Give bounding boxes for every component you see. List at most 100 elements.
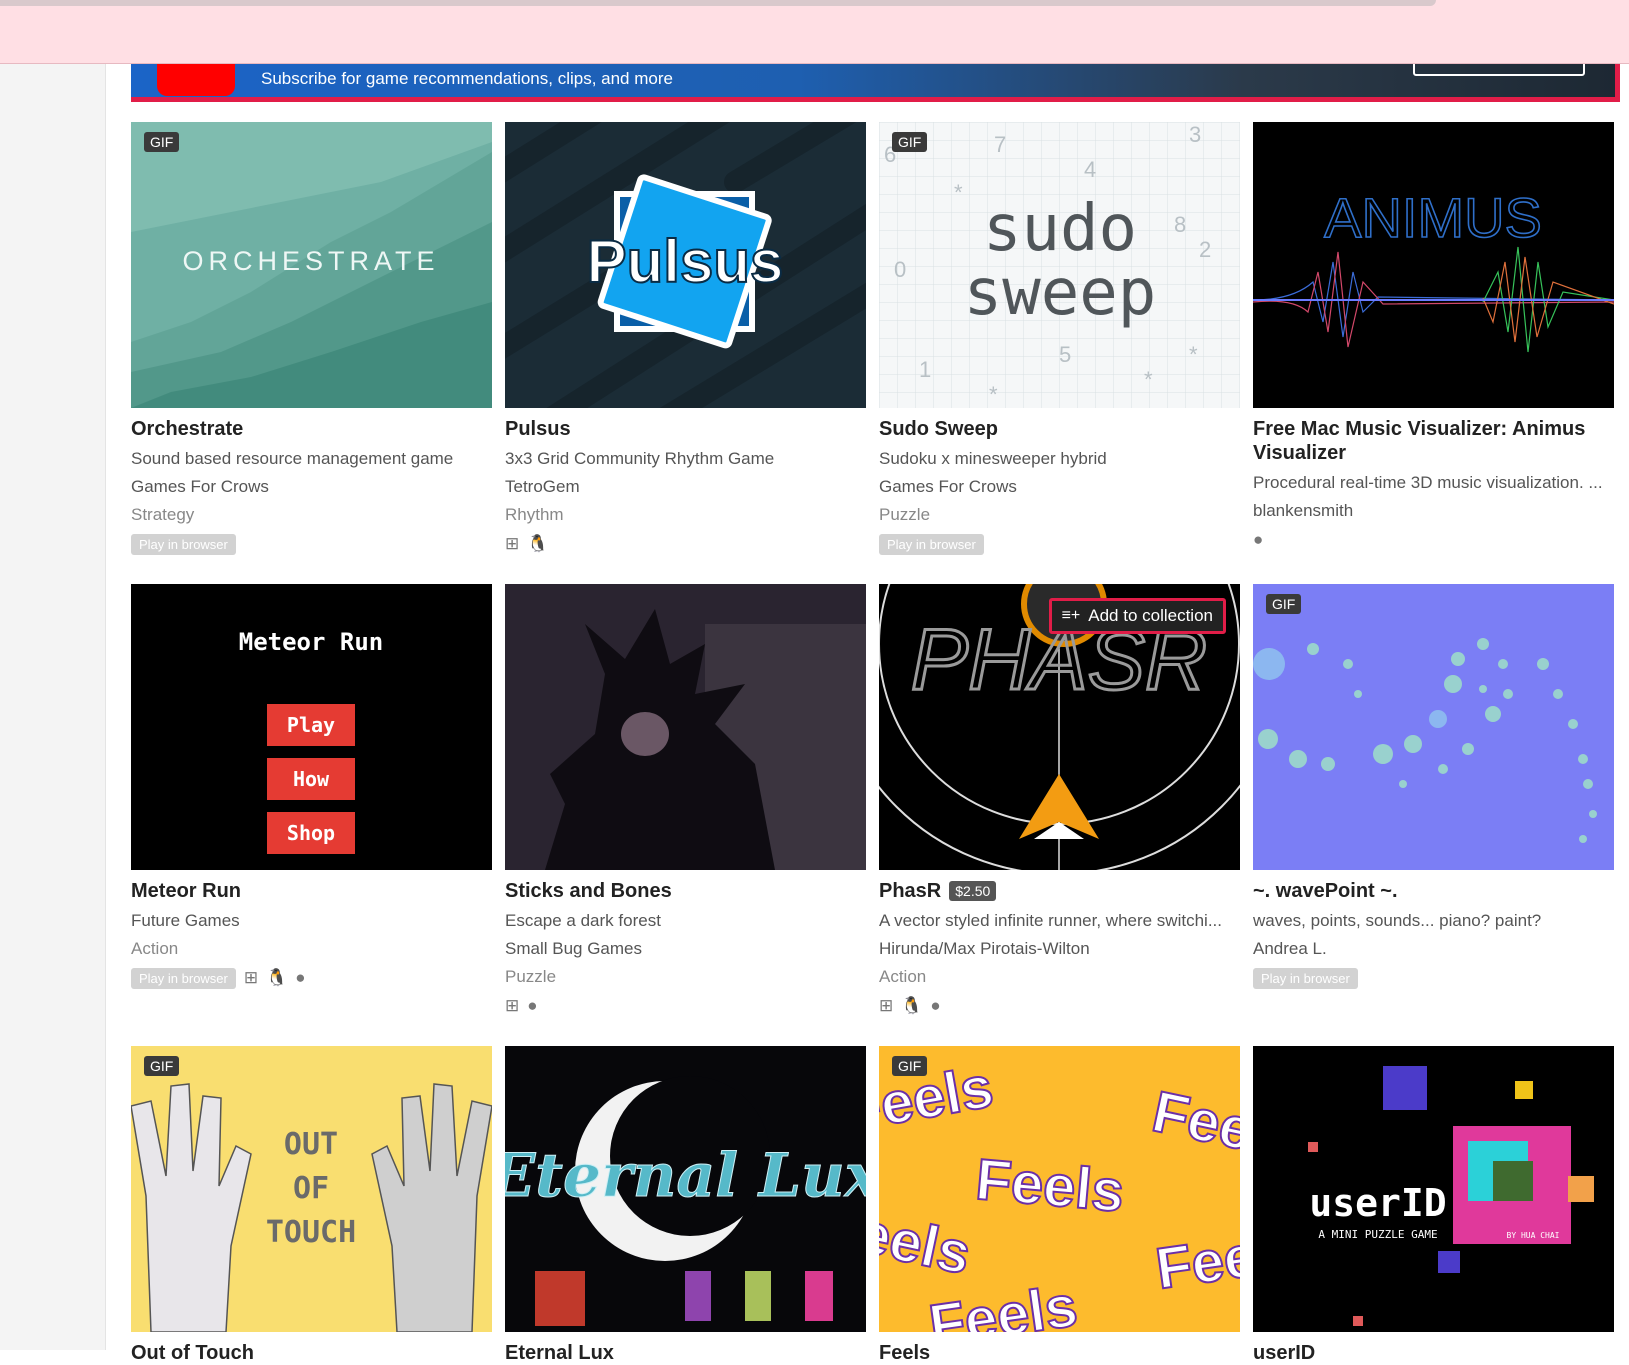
game-thumbnail[interactable]: ORCHESTRATE GIF xyxy=(131,122,492,408)
game-card[interactable]: 734 820 516 * * * * sudo sweep GIF Sudo Swe… xyxy=(879,122,1240,555)
game-author[interactable]: Games For Crows xyxy=(879,476,1240,497)
svg-text:1: 1 xyxy=(919,357,931,382)
animus-thumb-art: ANIMUS xyxy=(1253,122,1614,408)
apple-icon: ● xyxy=(295,968,306,987)
youtube-logo-icon xyxy=(157,64,235,96)
thumb-title-line2: sweep xyxy=(964,256,1157,330)
game-title[interactable]: Orchestrate xyxy=(131,417,243,441)
thumb-title-text: Meteor Run xyxy=(239,628,384,656)
game-title[interactable]: PhasR xyxy=(879,879,941,903)
thumb-how-text: How xyxy=(293,767,330,791)
game-thumbnail[interactable]: ANIMUS xyxy=(1253,122,1614,408)
windows-icon: ⊞ xyxy=(505,996,520,1015)
game-card[interactable]: Eternal Lux Eternal Lux xyxy=(505,1046,866,1365)
platforms: Play in browser xyxy=(879,533,1240,555)
game-description: Procedural real-time 3D music visualizat… xyxy=(1253,473,1603,492)
platforms: ⊞ 🐧 ● xyxy=(879,995,1240,1017)
svg-text:5: 5 xyxy=(1059,342,1071,367)
thumb-byline-text: BY HUA CHAI xyxy=(1507,1231,1560,1240)
sticks-and-bones-thumb-art xyxy=(505,584,866,870)
game-author[interactable]: blankensmith xyxy=(1253,500,1614,521)
subscribe-button[interactable] xyxy=(1413,64,1585,76)
feels-thumb-art: Feels Feels Feels Feels Feels Feels xyxy=(879,1046,1240,1332)
thumb-play-text: Play xyxy=(287,713,335,737)
game-title[interactable]: Sudo Sweep xyxy=(879,417,998,441)
apple-icon: ● xyxy=(930,996,941,1015)
svg-text:3: 3 xyxy=(1189,122,1201,147)
game-thumbnail[interactable]: Eternal Lux xyxy=(505,1046,866,1332)
game-title[interactable]: Eternal Lux xyxy=(505,1341,614,1365)
game-thumbnail[interactable]: 734 820 516 * * * * sudo sweep GIF xyxy=(879,122,1240,408)
game-title[interactable]: ~. wavePoint ~. xyxy=(1253,879,1398,903)
game-thumbnail[interactable]: Pulsus xyxy=(505,122,866,408)
gif-badge: GIF xyxy=(144,132,180,152)
game-thumbnail[interactable] xyxy=(505,584,866,870)
game-card[interactable]: Feels Feels Feels Feels Feels Feels GIF … xyxy=(879,1046,1240,1365)
game-author[interactable]: Small Bug Games xyxy=(505,938,866,959)
thumb-subtitle-text: A MINI PUZZLE GAME xyxy=(1318,1228,1437,1241)
game-description: Sound based resource management game xyxy=(131,449,454,468)
game-title[interactable]: Out of Touch xyxy=(131,1341,254,1365)
windows-icon: ⊞ xyxy=(243,968,259,987)
game-card[interactable]: PHASR ≡+ Add to collection PhasR $2.50 A… xyxy=(879,584,1240,1017)
svg-text:0: 0 xyxy=(894,257,906,282)
game-author[interactable]: Hirunda/Max Pirotais-Wilton xyxy=(879,938,1240,959)
game-card[interactable]: Pulsus Pulsus 3x3 Grid Community Rhythm … xyxy=(505,122,866,555)
windows-icon: ⊞ xyxy=(505,534,520,553)
game-title[interactable]: Sticks and Bones xyxy=(505,879,672,903)
game-genre[interactable]: Strategy xyxy=(131,504,492,525)
play-in-browser-tag: Play in browser xyxy=(1253,967,1358,989)
game-title[interactable]: Free Mac Music Visualizer: Animus Visual… xyxy=(1253,417,1614,465)
userid-thumb-art: userID A MINI PUZZLE GAME BY HUA CHAI xyxy=(1253,1046,1614,1332)
game-card[interactable]: ORCHESTRATE GIF Orchestrate Sound based … xyxy=(131,122,492,555)
game-description: Sudoku x minesweeper hybrid xyxy=(879,449,1107,468)
game-author[interactable]: TetroGem xyxy=(505,476,866,497)
game-thumbnail[interactable]: Feels Feels Feels Feels Feels Feels GIF xyxy=(879,1046,1240,1332)
thumb-title-line1: OUT xyxy=(284,1127,338,1162)
game-card[interactable]: userID A MINI PUZZLE GAME BY HUA CHAI us… xyxy=(1253,1046,1614,1365)
out-of-touch-thumb-art: OUT OF TOUCH xyxy=(131,1046,492,1332)
thumb-title-line2: OF xyxy=(293,1171,329,1206)
game-thumbnail[interactable]: GIF xyxy=(1253,584,1614,870)
apple-icon: ● xyxy=(1253,530,1264,549)
browser-top-bar xyxy=(0,0,1629,64)
game-description: waves, points, sounds... piano? paint? xyxy=(1253,911,1542,930)
add-to-collection-button[interactable]: ≡+ Add to collection xyxy=(1048,598,1226,634)
svg-text:7: 7 xyxy=(994,132,1006,157)
game-author[interactable]: Andrea L. xyxy=(1253,938,1614,959)
game-genre[interactable]: Puzzle xyxy=(879,504,1240,525)
add-to-list-icon: ≡+ xyxy=(1061,607,1081,624)
game-genre[interactable]: Puzzle xyxy=(505,966,866,987)
gif-badge: GIF xyxy=(1266,594,1302,614)
game-thumbnail[interactable]: PHASR ≡+ Add to collection xyxy=(879,584,1240,870)
game-thumbnail[interactable]: OUT OF TOUCH GIF xyxy=(131,1046,492,1332)
game-card[interactable]: Sticks and Bones Escape a dark forest Sm… xyxy=(505,584,866,1017)
platforms: ● xyxy=(1253,529,1614,551)
thumb-title-line1: sudo xyxy=(983,192,1137,266)
game-card[interactable]: Meteor Run Play How Shop Meteor Run Futu… xyxy=(131,584,492,989)
add-to-collection-label: Add to collection xyxy=(1088,606,1213,625)
game-genre[interactable]: Rhythm xyxy=(505,504,866,525)
game-title[interactable]: Pulsus xyxy=(505,417,571,441)
game-title[interactable]: Meteor Run xyxy=(131,879,241,903)
linux-icon: 🐧 xyxy=(266,968,288,987)
game-author[interactable]: Games For Crows xyxy=(131,476,492,497)
platforms: Play in browser ⊞ 🐧 ● xyxy=(131,967,492,989)
game-thumbnail[interactable]: Meteor Run Play How Shop xyxy=(131,584,492,870)
game-thumbnail[interactable]: userID A MINI PUZZLE GAME BY HUA CHAI xyxy=(1253,1046,1614,1332)
thumb-shop-text: Shop xyxy=(287,821,335,845)
thumb-title-text: ANIMUS xyxy=(1324,186,1542,249)
svg-text:*: * xyxy=(1189,342,1198,367)
game-title[interactable]: Feels xyxy=(879,1341,930,1365)
game-genre[interactable]: Action xyxy=(131,938,492,959)
left-gutter xyxy=(0,64,106,1350)
game-card[interactable]: OUT OF TOUCH GIF Out of Touch xyxy=(131,1046,492,1365)
game-description: 3x3 Grid Community Rhythm Game xyxy=(505,449,775,468)
youtube-subscribe-banner[interactable]: Subscribe for game recommendations, clip… xyxy=(131,64,1620,102)
game-author[interactable]: Future Games xyxy=(131,910,492,931)
game-card[interactable]: GIF ~. wavePoint ~. waves, points, sound… xyxy=(1253,584,1614,989)
game-genre[interactable]: Action xyxy=(879,966,1240,987)
game-card[interactable]: ANIMUS Free Mac Music Visualizer: Animus… xyxy=(1253,122,1614,551)
sudo-sweep-thumb-art: 7 34 820 516 **** sudo sweep xyxy=(879,122,1240,408)
game-title[interactable]: userID xyxy=(1253,1341,1315,1365)
